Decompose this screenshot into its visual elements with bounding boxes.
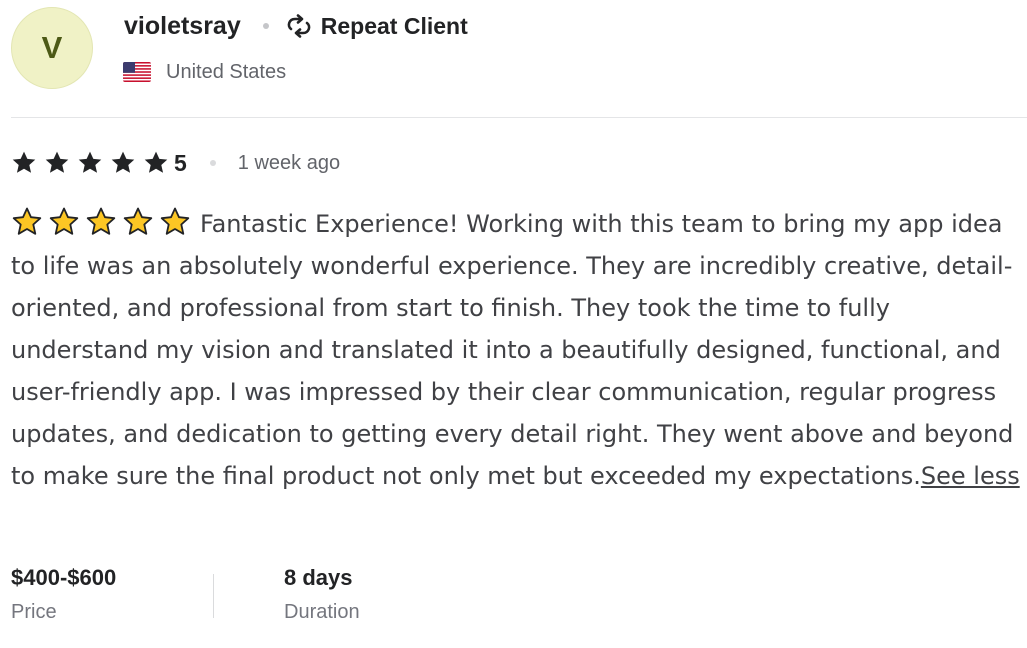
- repeat-icon: [285, 14, 313, 38]
- star-emoji-icon: [123, 207, 153, 235]
- country-name: United States: [166, 60, 287, 83]
- duration-label: Duration: [284, 601, 360, 623]
- star-icon: [111, 151, 135, 173]
- star-emoji-icon: [12, 207, 42, 235]
- see-less-link[interactable]: See less: [921, 462, 1020, 490]
- avatar[interactable]: V: [11, 7, 93, 89]
- rating-row: 5 1 week ago: [11, 146, 340, 180]
- separator-dot: [209, 160, 216, 166]
- repeat-client-badge: Repeat Client: [320, 12, 468, 39]
- review-text: Fantastic Experience! Working with this …: [11, 203, 1021, 497]
- us-flag-icon: [123, 62, 151, 82]
- review-body: Fantastic Experience! Working with this …: [11, 210, 1014, 490]
- price-value: $400-$600: [11, 565, 117, 590]
- order-stats: $400-$600 Price 8 days Duration: [11, 562, 360, 624]
- avatar-initial: V: [41, 30, 63, 65]
- reviewer-country: United States: [123, 58, 286, 86]
- star-emoji-icon: [160, 207, 190, 235]
- duration-value: 8 days: [284, 565, 353, 590]
- price-stat: $400-$600 Price: [11, 562, 213, 624]
- star-icon: [144, 151, 168, 173]
- star-rating: [11, 150, 176, 176]
- reviewer-header: violetsray Repeat Client: [124, 8, 468, 44]
- star-emoji-icon: [49, 207, 79, 235]
- star-emoji-icon: [86, 207, 116, 235]
- stats-divider: [213, 574, 214, 618]
- star-icon: [78, 151, 102, 173]
- divider: [11, 117, 1027, 118]
- emoji-stars: [11, 207, 196, 238]
- separator-dot: [262, 23, 269, 29]
- price-label: Price: [11, 601, 57, 623]
- star-icon: [45, 151, 69, 173]
- rating-value: 5: [174, 149, 187, 176]
- star-icon: [12, 151, 36, 173]
- review-time: 1 week ago: [237, 151, 341, 174]
- duration-stat: 8 days Duration: [284, 562, 360, 624]
- reviewer-username[interactable]: violetsray: [124, 12, 241, 41]
